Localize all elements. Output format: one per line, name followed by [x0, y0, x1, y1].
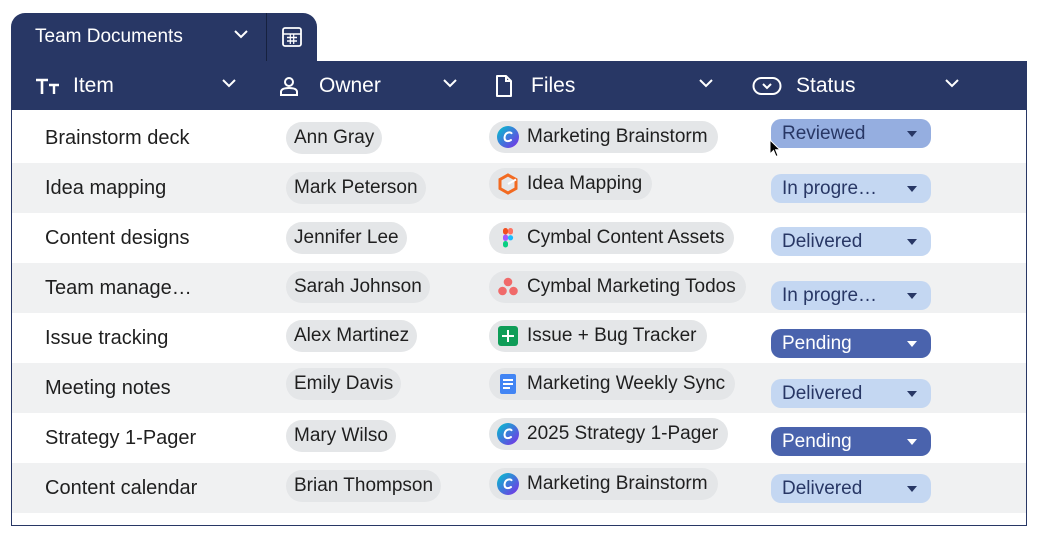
item-cell[interactable]: Meeting notes	[45, 363, 171, 413]
table-row[interactable]: Brainstorm deck Ann Gray Marketing Brain…	[12, 113, 1026, 163]
file-chip[interactable]: Marketing Brainstorm	[489, 121, 718, 153]
file-chip[interactable]: Cymbal Marketing Todos	[489, 271, 746, 303]
status-label: In progre…	[782, 284, 878, 306]
column-header-label: Status	[796, 73, 856, 97]
tab-team-documents[interactable]: Team Documents	[11, 13, 317, 61]
column-header-label: Owner	[319, 73, 381, 97]
status-label: Pending	[782, 332, 852, 354]
item-cell[interactable]: Team manage…	[45, 263, 192, 313]
file-name: Cymbal Content Assets	[527, 227, 725, 248]
status-label: Reviewed	[782, 122, 866, 144]
column-header-item[interactable]: Item	[35, 61, 114, 110]
owner-chip[interactable]: Sarah Johnson	[286, 271, 430, 303]
canva-icon	[497, 473, 519, 495]
documents-table: Brainstorm deck Ann Gray Marketing Brain…	[11, 110, 1027, 526]
chevron-down-icon[interactable]	[234, 30, 248, 39]
file-name: Marketing Brainstorm	[527, 473, 708, 494]
status-label: Delivered	[782, 382, 863, 404]
table-row[interactable]: Strategy 1-Pager Mary Wilso 2025 Strateg…	[12, 413, 1026, 463]
column-header-label: Item	[73, 73, 114, 97]
status-dropdown[interactable]: Pending	[771, 427, 931, 456]
file-chip[interactable]: Marketing Weekly Sync	[489, 368, 736, 400]
canva-icon	[497, 126, 519, 148]
caret-down-icon	[907, 239, 917, 245]
miro-icon	[497, 173, 519, 195]
table-row[interactable]: Content calendar Brian Thompson Marketin…	[12, 463, 1026, 513]
status-dropdown[interactable]: Delivered	[771, 227, 931, 256]
file-name: Marketing Weekly Sync	[527, 373, 726, 394]
text-type-icon	[36, 78, 59, 94]
file-chip[interactable]: 2025 Strategy 1-Pager	[489, 418, 729, 450]
file-name: 2025 Strategy 1-Pager	[527, 423, 719, 444]
status-dropdown[interactable]: Pending	[771, 329, 931, 358]
status-label: Pending	[782, 430, 852, 452]
table-row[interactable]: Idea mapping Mark Peterson Idea Mapping …	[12, 163, 1026, 213]
status-label: Delivered	[782, 230, 863, 252]
table-row[interactable]: Issue tracking Alex Martinez Issue + Bug…	[12, 313, 1026, 363]
status-dropdown[interactable]: Delivered	[771, 379, 931, 408]
owner-chip[interactable]: Emily Davis	[286, 368, 402, 400]
item-cell[interactable]: Idea mapping	[45, 163, 166, 213]
item-cell[interactable]: Issue tracking	[45, 313, 168, 363]
status-label: In progre…	[782, 177, 878, 199]
tab-title-area[interactable]: Team Documents	[11, 13, 267, 61]
table-row[interactable]: Team manage… Sarah Johnson Cymbal Market…	[12, 263, 1026, 313]
owner-chip[interactable]: Jennifer Lee	[286, 222, 407, 254]
owner-chip[interactable]: Ann Gray	[286, 122, 383, 154]
table-row[interactable]: Content designs Jennifer Lee Cymbal Cont…	[12, 213, 1026, 263]
file-chip[interactable]: Marketing Brainstorm	[489, 468, 718, 500]
docs-icon	[497, 373, 519, 395]
file-name: Idea Mapping	[527, 173, 643, 194]
file-chip[interactable]: Issue + Bug Tracker	[489, 320, 707, 352]
owner-chip[interactable]: Mark Peterson	[286, 172, 426, 204]
item-cell[interactable]: Content calendar	[45, 463, 197, 513]
chevron-down-icon[interactable]	[443, 79, 457, 88]
status-chip-icon	[752, 76, 782, 95]
caret-down-icon	[907, 486, 917, 492]
status-dropdown[interactable]: In progre…	[771, 281, 931, 310]
owner-chip[interactable]: Alex Martinez	[286, 320, 418, 352]
status-dropdown[interactable]: Delivered	[771, 474, 931, 503]
chevron-down-icon[interactable]	[222, 79, 236, 88]
item-cell[interactable]: Content designs	[45, 213, 190, 263]
file-chip[interactable]: Idea Mapping	[489, 168, 653, 200]
sheets-icon	[497, 325, 519, 347]
column-header-status[interactable]: Status	[752, 61, 856, 110]
file-name: Cymbal Marketing Todos	[527, 276, 736, 297]
item-cell[interactable]: Strategy 1-Pager	[45, 413, 196, 463]
canva-icon	[497, 423, 519, 445]
chevron-down-icon[interactable]	[699, 79, 713, 88]
table-row[interactable]: Meeting notes Emily Davis Marketing Week…	[12, 363, 1026, 413]
item-cell[interactable]: Brainstorm deck	[45, 113, 190, 163]
caret-down-icon	[907, 439, 917, 445]
figma-icon	[497, 227, 519, 249]
owner-chip[interactable]: Brian Thompson	[286, 470, 442, 502]
spreadsheet-icon[interactable]	[267, 13, 317, 61]
column-header-label: Files	[531, 73, 576, 97]
status-dropdown[interactable]: Reviewed	[771, 119, 931, 148]
status-dropdown[interactable]: In progre…	[771, 174, 931, 203]
file-icon	[496, 74, 512, 97]
file-name: Marketing Brainstorm	[527, 126, 708, 147]
column-header-owner[interactable]: Owner	[279, 61, 381, 110]
file-name: Issue + Bug Tracker	[527, 325, 697, 346]
caret-down-icon	[907, 131, 917, 137]
asana-icon	[497, 276, 519, 298]
caret-down-icon	[907, 293, 917, 299]
caret-down-icon	[907, 186, 917, 192]
column-header-row: Item Owner Files Status	[11, 61, 1027, 110]
mouse-cursor-icon	[769, 139, 781, 158]
column-header-files[interactable]: Files	[495, 61, 575, 110]
caret-down-icon	[907, 391, 917, 397]
file-chip[interactable]: Cymbal Content Assets	[489, 222, 735, 254]
chevron-down-icon[interactable]	[945, 79, 959, 88]
person-icon	[280, 76, 298, 96]
tab-title: Team Documents	[35, 26, 183, 47]
caret-down-icon	[907, 341, 917, 347]
status-label: Delivered	[782, 477, 863, 499]
owner-chip[interactable]: Mary Wilso	[286, 420, 396, 452]
